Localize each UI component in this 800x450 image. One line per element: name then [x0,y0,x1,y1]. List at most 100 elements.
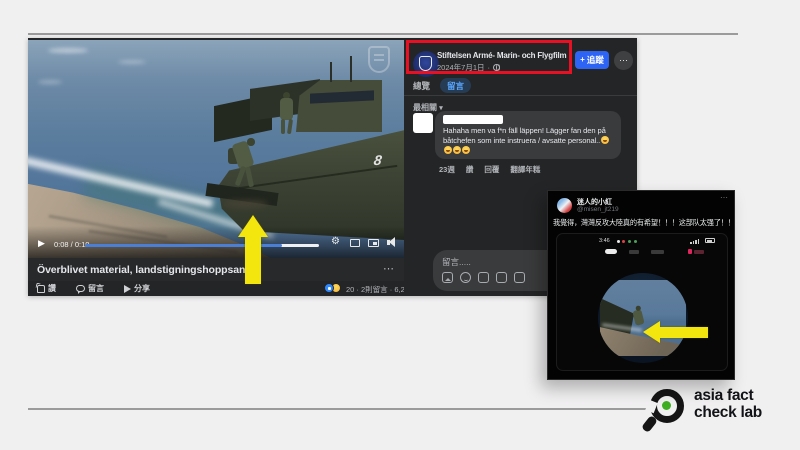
factcheck-graphic: 8 ▶ 0:08 / 0:10 [0,0,800,450]
sort-label: 最相關 [413,103,437,112]
arrow-shaft [658,327,708,338]
comment-meta-row: 23週 讚 回覆 翻譯年糕 [439,164,540,175]
like-label: 讚 [48,283,56,294]
asia-fact-check-lab-logo: asia fact check lab [646,388,762,432]
wave-whitecap [118,60,146,64]
share-button[interactable]: 分享 [124,283,150,294]
notification-dot [622,240,625,243]
comment-translate-button[interactable]: 翻譯年糕 [510,164,540,175]
follow-button[interactable]: + 追蹤 [575,51,609,69]
logo-line2: check lab [694,405,762,422]
arrow-head [238,215,268,237]
comment-bubble: Hahaha men va f*n fäll läppen! Lägger fa… [435,111,621,159]
comment-reply-button[interactable]: 回覆 [484,164,499,175]
wave-whitecap [38,80,62,84]
thumbs-up-icon [37,285,45,293]
x-more-icon[interactable]: ⋯ [720,193,728,202]
video-title: Överblivet material, landstigningshoppsa… [37,264,245,276]
video-more-icon[interactable]: ⋯ [383,262,394,275]
photo-icon[interactable] [442,272,453,283]
live-red-dot [688,249,692,254]
yellow-arrow-annotation [238,215,268,284]
video-player[interactable]: 8 ▶ 0:08 / 0:10 [28,40,404,258]
notification-dot [634,240,637,243]
laughing-emoji [462,146,470,154]
top-annotation-line [28,33,738,35]
video-progress-bar[interactable] [85,244,319,247]
commenter-name-redacted [443,115,503,124]
yellow-arrow-annotation [643,321,711,343]
status-bar-time: 3:46 [599,238,610,244]
plus-icon: + [580,56,585,64]
crest-watermark-icon [368,46,390,73]
magnifier-handle [641,415,658,433]
picture-in-picture-icon[interactable] [368,239,379,247]
soldier-shadow [224,200,268,208]
green-dot [662,401,671,410]
bottom-annotation-line [28,408,646,410]
share-arrow-icon [124,285,131,293]
comment-button[interactable]: 留言 [76,283,104,294]
composer-icon-row [442,272,525,283]
red-highlight-box [406,40,572,74]
ellipsis-icon: ⋯ [619,55,628,66]
antenna [330,62,332,82]
post-more-button[interactable]: ⋯ [614,51,633,70]
embedded-phone-screenshot: 3:46 [556,233,728,371]
tab-row: 總覽 留言 [404,77,637,96]
comment-age: 23週 [439,164,455,175]
video-thumbnail [600,280,686,356]
blurred-label [629,250,639,254]
comment-text: båtchefen som inte instruera / avsatte p… [443,136,600,145]
sticker-icon[interactable] [514,272,525,283]
blurred-label [651,250,664,254]
follow-label: 追蹤 [587,54,604,66]
cast-icon[interactable] [350,239,360,247]
share-label: 分享 [134,283,150,294]
x-user-handle: @misen_jt219 [577,206,619,213]
arrow-shaft [245,235,261,284]
settings-gear-icon[interactable]: ⚙ [331,236,340,247]
x-post-screenshot: 迷人的小紅 @misen_jt219 ⋯ 我覺得，灣灣反攻大陸真的有希望！！！这… [547,190,735,380]
comment-emoji-row [443,146,613,156]
comment-text-line2: båtchefen som inte instruera / avsatte p… [443,136,613,146]
emoji-icon[interactable] [460,272,471,283]
antenna [350,56,352,82]
x-post-text: 我覺得，灣灣反攻大陸真的有希望！！！这部队太强了！！！ [553,218,731,228]
video-action-bar: 讚 留言 分享 20 · 2則留言 · 6,263次觀看 [28,281,404,296]
battery-icon [705,238,715,243]
notification-dot [628,240,631,243]
play-icon[interactable]: ▶ [38,239,45,248]
soldier-on-ramp [276,92,298,136]
logo-line1: asia fact [694,388,762,405]
magnifier-icon [646,388,686,432]
comment-like-button[interactable]: 讚 [466,164,474,175]
laughing-emoji [453,146,461,154]
blurred-red-label [694,250,704,254]
comment-sort-dropdown[interactable]: 最相關 ▾ [413,102,443,113]
tab-overview[interactable]: 總覽 [413,80,430,92]
volume-icon[interactable] [389,237,395,247]
soldier-jumping [228,138,262,200]
tab-comments[interactable]: 留言 [440,78,471,93]
video-title-bar: Överblivet material, landstigningshoppsa… [28,258,404,281]
tab-pill-shape [605,249,617,254]
circular-video-crop[interactable] [598,273,688,363]
like-reaction-badge [324,283,334,293]
signal-icon [690,239,699,244]
facebook-post-screenshot: 8 ▶ 0:08 / 0:10 [28,38,637,296]
video-controls: ▶ 0:08 / 0:10 ⚙ [28,226,404,258]
x-user-avatar[interactable] [557,198,572,213]
comment-text-line1: Hahaha men va f*n fäll läppen! Lägger fa… [443,126,613,136]
laughing-emoji [601,136,609,144]
camera-icon[interactable] [478,272,489,283]
wave-whitecap [48,48,88,53]
logo-wordmark: asia fact check lab [694,388,762,421]
comment-label: 留言 [88,283,104,294]
commenter-avatar-redacted [413,113,433,133]
gif-icon[interactable] [496,272,507,283]
laughing-emoji [444,146,452,154]
comment-bubble-icon [76,285,85,292]
like-button[interactable]: 讚 [37,283,56,294]
notification-dot [617,240,620,243]
